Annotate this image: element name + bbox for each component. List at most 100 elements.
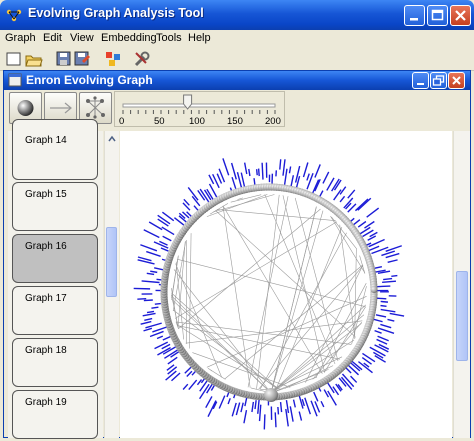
graph-edge <box>257 195 280 389</box>
graph-edge <box>172 299 271 393</box>
scroll-up-icon[interactable] <box>106 133 118 145</box>
slider-tick-label: 0 <box>119 116 124 127</box>
graph-list-item[interactable]: Graph 16 <box>12 234 98 283</box>
graph-edge <box>177 326 340 360</box>
menu-bar: Graph Edit View Embedding Tools Help <box>0 30 474 48</box>
graph-list-scrollbar[interactable] <box>104 131 119 438</box>
menu-view[interactable]: View <box>70 32 94 44</box>
node-label <box>205 396 212 408</box>
layout-icon[interactable] <box>104 50 122 68</box>
maximize-button[interactable] <box>427 5 448 26</box>
canvas-scrollbar[interactable] <box>453 131 470 438</box>
node-label <box>248 169 251 176</box>
window-title-bar[interactable]: Evolving Graph Analysis Tool <box>0 0 474 30</box>
node-label <box>167 357 177 365</box>
node-label <box>150 270 157 273</box>
graph-edge <box>177 259 366 307</box>
node-label <box>376 314 386 318</box>
menu-tools[interactable]: Tools <box>156 32 182 44</box>
node-label <box>381 309 396 313</box>
doc-restore-button[interactable] <box>430 72 447 89</box>
graph-list-item[interactable]: Graph 17 <box>12 286 98 335</box>
node-label <box>162 236 171 242</box>
menu-embedding[interactable]: Embedding <box>101 32 157 44</box>
node-label <box>145 322 162 328</box>
node-label <box>382 280 396 283</box>
node-label <box>303 162 309 177</box>
close-icon <box>451 6 470 25</box>
doc-minimize-button[interactable] <box>412 72 429 89</box>
node-label <box>390 313 405 317</box>
node-label <box>374 330 381 334</box>
graph-edge <box>178 209 320 329</box>
node-label <box>258 169 260 177</box>
node-label <box>146 251 161 257</box>
node-label <box>182 202 190 210</box>
node-label <box>277 407 279 415</box>
node-label <box>140 321 151 325</box>
doc-close-button[interactable] <box>448 72 465 89</box>
node-label <box>280 402 282 412</box>
node-label <box>271 174 273 185</box>
menu-graph[interactable]: Graph <box>5 32 36 44</box>
scrollbar-thumb[interactable] <box>456 271 468 361</box>
document-title-bar[interactable]: Enron Evolving Graph <box>4 71 470 90</box>
node-label <box>244 162 248 174</box>
graph-edge <box>271 211 323 393</box>
open-icon[interactable] <box>25 50 43 68</box>
node-label <box>143 328 152 332</box>
minimize-button[interactable] <box>404 5 425 26</box>
scrollbar-thumb[interactable] <box>106 227 117 297</box>
node-label <box>383 278 392 280</box>
node-label <box>143 313 156 317</box>
save-icon[interactable] <box>55 50 73 68</box>
slider-tick-label: 150 <box>227 116 243 127</box>
node-label <box>134 288 150 290</box>
node-label <box>240 403 244 413</box>
menu-help[interactable]: Help <box>188 32 211 44</box>
save-as-icon[interactable] <box>73 50 91 68</box>
node-label <box>299 411 303 420</box>
graph-canvas[interactable] <box>120 131 452 438</box>
node-label <box>347 189 355 198</box>
graph-list-item[interactable]: Graph 14 <box>12 119 98 180</box>
node-label <box>391 275 397 277</box>
node-label <box>357 198 371 211</box>
node-label <box>355 198 369 211</box>
node-label <box>340 196 346 203</box>
node-label <box>387 319 394 322</box>
node-label <box>290 406 294 421</box>
node-label <box>144 299 153 301</box>
menu-edit[interactable]: Edit <box>43 32 62 44</box>
tools-icon[interactable] <box>133 50 151 68</box>
node-label <box>161 226 174 235</box>
node-label <box>333 189 342 200</box>
slider-tick-label: 200 <box>265 116 281 127</box>
graph-edge <box>259 266 363 390</box>
graph-edge <box>207 296 367 367</box>
node-label <box>306 173 310 180</box>
graph-list-item[interactable]: Graph 15 <box>12 182 98 231</box>
node-label <box>373 319 383 323</box>
graph-edge <box>175 222 337 319</box>
node-label <box>147 273 155 276</box>
node-label <box>284 169 288 187</box>
graph-edge <box>225 265 363 379</box>
node-label <box>295 166 300 183</box>
node-label <box>389 295 397 297</box>
node-label <box>155 303 161 305</box>
node-label <box>377 285 391 287</box>
node-label <box>254 400 256 409</box>
graph-list-item[interactable]: Graph 18 <box>12 338 98 387</box>
node-label <box>269 175 270 182</box>
node-label <box>381 301 388 303</box>
new-icon[interactable] <box>5 50 23 68</box>
node-label <box>222 158 229 175</box>
node-label <box>279 159 281 169</box>
graph-list-item-label: Graph 19 <box>25 397 67 408</box>
close-button[interactable] <box>450 5 471 26</box>
graph-list-item[interactable]: Graph 19 <box>12 390 98 439</box>
node-label <box>314 164 321 178</box>
node-label <box>275 170 277 176</box>
node-label <box>289 166 292 173</box>
